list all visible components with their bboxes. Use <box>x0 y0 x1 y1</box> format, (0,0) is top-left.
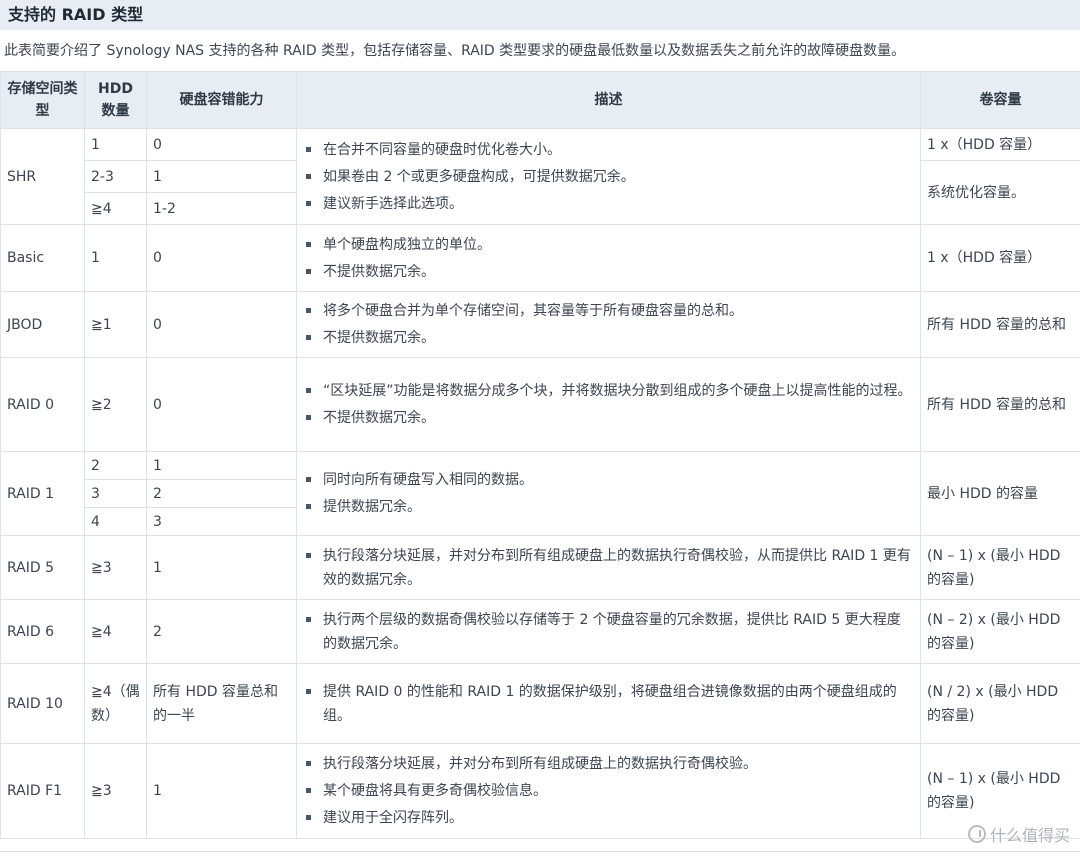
fault-tolerance-cell: 1 <box>146 743 297 839</box>
table-row: RAID 1 2 1 同时向所有硬盘写入相同的数据。 提供数据冗余。 最小 HD… <box>0 451 1080 536</box>
header-type: 存储空间类型 <box>0 71 85 129</box>
volume-capacity-cell: (N / 2) x (最小 HDD 的容量) <box>920 663 1080 744</box>
description-item: 单个硬盘构成独立的单位。 <box>303 233 914 257</box>
description-item: 建议新手选择此选项。 <box>303 192 914 216</box>
description-cell: 同时向所有硬盘写入相同的数据。 提供数据冗余。 <box>296 451 921 536</box>
header-description: 描述 <box>296 71 921 129</box>
raid-type-cell: RAID 0 <box>0 357 85 452</box>
fault-tolerance-cell: 0 <box>146 128 297 161</box>
hdd-count-cell: ≧2 <box>84 357 147 452</box>
hdd-count-cell: 3 <box>84 479 147 508</box>
volume-capacity-cell: 最小 HDD 的容量 <box>920 451 1080 536</box>
volume-capacity-cell: 所有 HDD 容量的总和 <box>920 291 1080 358</box>
table-row: RAID 0 ≧2 0 “区块延展”功能是将数据分成多个块，并将数据块分散到组成… <box>0 357 1080 452</box>
hdd-count-cell: 4 <box>84 507 147 536</box>
table-row: Basic 1 0 单个硬盘构成独立的单位。 不提供数据冗余。 1 x（HDD … <box>0 224 1080 292</box>
table-row: RAID F1 ≧3 1 执行段落分块延展，并对分布到所有组成硬盘上的数据执行奇… <box>0 743 1080 839</box>
description-item: 执行段落分块延展，并对分布到所有组成硬盘上的数据执行奇偶校验。 <box>303 752 914 776</box>
volume-capacity-cell: 1 x（HDD 容量） <box>920 224 1080 292</box>
description-cell: 执行段落分块延展，并对分布到所有组成硬盘上的数据执行奇偶校验。 某个硬盘将具有更… <box>296 743 921 839</box>
description-item: 提供 RAID 0 的性能和 RAID 1 的数据保护级别，将硬盘组合进镜像数据… <box>303 680 914 728</box>
raid-type-cell: SHR <box>0 128 85 225</box>
header-hdd-count: HDD 数量 <box>84 71 147 129</box>
hdd-count-cell: ≧4 <box>84 599 147 664</box>
description-cell: 单个硬盘构成独立的单位。 不提供数据冗余。 <box>296 224 921 292</box>
description-item: “区块延展”功能是将数据分成多个块，并将数据块分散到组成的多个硬盘上以提高性能的… <box>303 379 914 403</box>
hdd-count-cell: 2-3 <box>84 160 147 193</box>
fault-tolerance-cell: 1 <box>146 451 297 480</box>
description-item: 不提供数据冗余。 <box>303 406 914 430</box>
header-fault-tolerance: 硬盘容错能力 <box>146 71 297 129</box>
watermark-text: 什么值得买 <box>989 826 1070 845</box>
volume-capacity-cell: 系统优化容量。 <box>920 160 1080 225</box>
description-cell: “区块延展”功能是将数据分成多个块，并将数据块分散到组成的多个硬盘上以提高性能的… <box>296 357 921 452</box>
description-cell: 执行段落分块延展，并对分布到所有组成硬盘上的数据执行奇偶校验，从而提供比 RAI… <box>296 535 921 600</box>
raid-type-cell: RAID 5 <box>0 535 85 600</box>
hdd-count-cell: 1 <box>84 128 147 161</box>
fault-tolerance-cell: 1 <box>146 535 297 600</box>
raid-type-cell: RAID 10 <box>0 663 85 744</box>
hdd-count-cell: ≧3 <box>84 535 147 600</box>
section-title: 支持的 RAID 类型 <box>0 0 1080 30</box>
intro-paragraph: 此表简要介绍了 Synology NAS 支持的各种 RAID 类型，包括存储容… <box>4 43 906 59</box>
table-row: JBOD ≧1 0 将多个硬盘合并为单个存储空间，其容量等于所有硬盘容量的总和。… <box>0 291 1080 358</box>
hdd-count-cell: ≧4（偶数） <box>84 663 147 744</box>
description-item: 不提供数据冗余。 <box>303 326 914 350</box>
raid-types-table: 存储空间类型 HDD 数量 硬盘容错能力 描述 卷容量 SHR 1 0 在合并不… <box>0 71 1080 839</box>
hdd-count-cell: ≧1 <box>84 291 147 358</box>
hdd-count-cell: 1 <box>84 224 147 292</box>
description-item: 提供数据冗余。 <box>303 495 914 519</box>
table-row: RAID 6 ≧4 2 执行两个层级的数据奇偶校验以存储等于 2 个硬盘容量的冗… <box>0 599 1080 664</box>
raid-type-cell: RAID 6 <box>0 599 85 664</box>
table-row: SHR 1 0 在合并不同容量的硬盘时优化卷大小。 如果卷由 2 个或更多硬盘构… <box>0 128 1080 225</box>
description-item: 执行两个层级的数据奇偶校验以存储等于 2 个硬盘容量的冗余数据，提供比 RAID… <box>303 608 914 656</box>
hdd-count-cell: ≧3 <box>84 743 147 839</box>
table-row: RAID 10 ≧4（偶数） 所有 HDD 容量总和的一半 提供 RAID 0 … <box>0 663 1080 744</box>
description-cell: 提供 RAID 0 的性能和 RAID 1 的数据保护级别，将硬盘组合进镜像数据… <box>296 663 921 744</box>
volume-capacity-cell: (N – 2) x (最小 HDD 的容量) <box>920 599 1080 664</box>
fault-tolerance-cell: 0 <box>146 224 297 292</box>
volume-capacity-cell: 1 x（HDD 容量） <box>920 128 1080 161</box>
fault-tolerance-cell: 1-2 <box>146 192 297 225</box>
table-header-row: 存储空间类型 HDD 数量 硬盘容错能力 描述 卷容量 <box>0 71 1080 129</box>
hdd-count-cell: 2 <box>84 451 147 480</box>
raid-type-cell: JBOD <box>0 291 85 358</box>
fault-tolerance-cell: 0 <box>146 357 297 452</box>
description-item: 建议用于全闪存阵列。 <box>303 806 914 830</box>
watermark: 什么值得买 <box>967 822 1070 846</box>
description-item: 执行段落分块延展，并对分布到所有组成硬盘上的数据执行奇偶校验，从而提供比 RAI… <box>303 544 914 592</box>
volume-capacity-cell: 所有 HDD 容量的总和 <box>920 357 1080 452</box>
fault-tolerance-cell: 3 <box>146 507 297 536</box>
fault-tolerance-cell: 2 <box>146 599 297 664</box>
description-cell: 在合并不同容量的硬盘时优化卷大小。 如果卷由 2 个或更多硬盘构成，可提供数据冗… <box>296 128 921 225</box>
description-item: 如果卷由 2 个或更多硬盘构成，可提供数据冗余。 <box>303 165 914 189</box>
raid-type-cell: RAID 1 <box>0 451 85 536</box>
description-item: 在合并不同容量的硬盘时优化卷大小。 <box>303 138 914 162</box>
fault-tolerance-cell: 0 <box>146 291 297 358</box>
description-item: 将多个硬盘合并为单个存储空间，其容量等于所有硬盘容量的总和。 <box>303 299 914 323</box>
smzdm-logo-icon <box>967 825 986 843</box>
divider <box>0 851 1080 852</box>
description-item: 某个硬盘将具有更多奇偶校验信息。 <box>303 779 914 803</box>
hdd-count-cell: ≧4 <box>84 192 147 225</box>
raid-type-cell: RAID F1 <box>0 743 85 839</box>
description-item: 不提供数据冗余。 <box>303 260 914 284</box>
fault-tolerance-cell: 1 <box>146 160 297 193</box>
header-volume-capacity: 卷容量 <box>920 71 1080 129</box>
volume-capacity-cell: (N – 1) x (最小 HDD 的容量) <box>920 535 1080 600</box>
description-cell: 执行两个层级的数据奇偶校验以存储等于 2 个硬盘容量的冗余数据，提供比 RAID… <box>296 599 921 664</box>
fault-tolerance-cell: 2 <box>146 479 297 508</box>
table-row: RAID 5 ≧3 1 执行段落分块延展，并对分布到所有组成硬盘上的数据执行奇偶… <box>0 535 1080 600</box>
fault-tolerance-cell: 所有 HDD 容量总和的一半 <box>146 663 297 744</box>
raid-type-cell: Basic <box>0 224 85 292</box>
description-item: 同时向所有硬盘写入相同的数据。 <box>303 468 914 492</box>
description-cell: 将多个硬盘合并为单个存储空间，其容量等于所有硬盘容量的总和。 不提供数据冗余。 <box>296 291 921 358</box>
